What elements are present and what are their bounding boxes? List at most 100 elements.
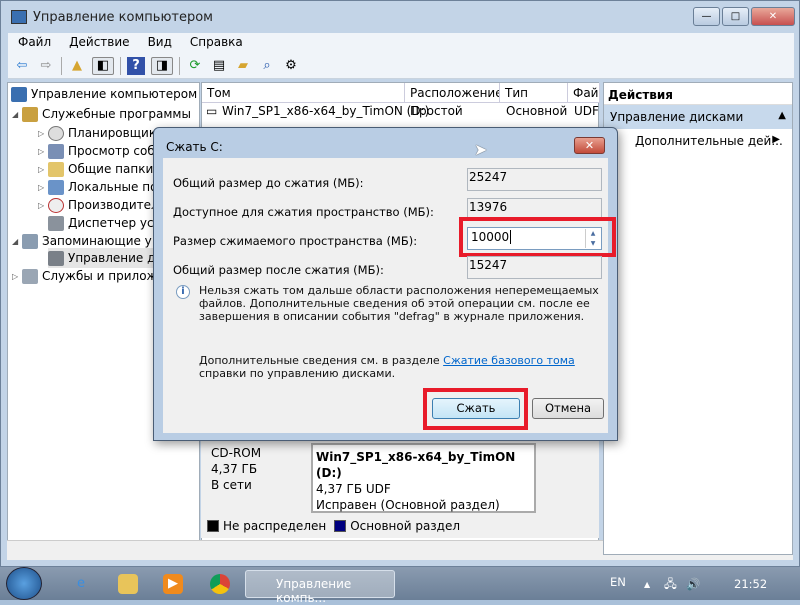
refresh-icon[interactable]: ⟳ (186, 57, 204, 75)
taskbar-item-computer-management[interactable]: Управление компь... (245, 570, 395, 605)
device-manager-icon (48, 215, 64, 231)
help-note: Дополнительные сведения см. в разделе Сж… (199, 354, 599, 380)
properties-icon[interactable]: ▤ (210, 57, 228, 75)
total-before-label: Общий размер до сжатия (МБ): (173, 176, 364, 190)
cd-drive-icon: ▭ (206, 104, 218, 118)
collapsed-arrow-icon[interactable]: ▷ (38, 201, 48, 210)
storage-icon (22, 233, 38, 249)
menu-file[interactable]: Файл (8, 33, 59, 53)
primary-swatch (334, 520, 347, 532)
collapsed-arrow-icon[interactable]: ▷ (38, 183, 48, 192)
tree-item-root[interactable]: Управление компьютером (л (11, 84, 199, 104)
volume-type: Основной (506, 104, 568, 118)
start-button[interactable] (6, 567, 42, 600)
taskbar: e ▶ Управление компь... EN ▲ 🖧 🔊 21:52 (0, 567, 800, 605)
tree-item-system-tools[interactable]: ◢ Служебные программы (12, 104, 191, 124)
column-header-filesystem[interactable]: Фай (568, 83, 600, 103)
collapsed-arrow-icon[interactable]: ▷ (38, 165, 48, 174)
legend: Не распределен Основной раздел (201, 516, 599, 536)
shrink-size-label: Размер сжимаемого пространства (МБ): (173, 234, 418, 248)
disk-type: CD-ROM (211, 446, 262, 460)
info-note: Нельзя сжать том дальше области располож… (199, 284, 599, 323)
back-icon[interactable]: ⇦ (13, 57, 31, 75)
partition-size: 4,37 ГБ UDF (316, 482, 391, 496)
clock[interactable]: 21:52 (734, 577, 767, 591)
explorer-icon[interactable] (118, 574, 138, 594)
help-note-suffix: справки по управлению дисками. (199, 367, 396, 380)
collapse-icon[interactable]: ▲ (778, 110, 786, 121)
menu-help[interactable]: Справка (180, 33, 251, 53)
legend-unallocated: Не распределен (223, 519, 327, 533)
taskbar-item-label: Управление компь... (276, 577, 352, 605)
tree-item-device-manager[interactable]: Диспетчер устр (48, 213, 168, 233)
maximize-button[interactable]: □ (722, 7, 749, 26)
title-bar[interactable]: Управление компьютером — □ ✕ (1, 1, 800, 33)
partition-name: Win7_SP1_x86-x64_by_TimON (D:) (316, 450, 516, 480)
users-icon (48, 179, 64, 195)
actions-pane: Действия Управление дисками ▲ Дополнитель… (603, 82, 793, 555)
column-header-type[interactable]: Тип (500, 83, 568, 103)
tree-item-shared-folders[interactable]: ▷ Общие папки (38, 159, 153, 179)
shared-folder-icon (48, 161, 64, 177)
network-icon[interactable]: 🖧 (664, 577, 677, 596)
computer-management-icon (11, 10, 27, 24)
up-icon[interactable]: ▲ (68, 57, 86, 75)
legend-primary: Основной раздел (350, 519, 461, 533)
shrink-basic-volume-link[interactable]: Сжатие базового тома (443, 354, 575, 367)
tree-item-event-viewer[interactable]: ▷ Просмотр соб (38, 141, 155, 161)
dialog-close-button[interactable]: ✕ (574, 137, 605, 154)
separator (61, 56, 62, 75)
dialog-body: Общий размер до сжатия (МБ): 25247 Досту… (163, 158, 616, 433)
close-button[interactable]: ✕ (751, 7, 795, 26)
help-icon[interactable]: ? (127, 56, 145, 75)
tree-item-performance[interactable]: ▷ Производител (38, 195, 159, 215)
cancel-button[interactable]: Отмена (532, 398, 604, 419)
more-actions-item[interactable]: Дополнительные дей... ▶ (604, 129, 792, 153)
menu-action[interactable]: Действие (59, 33, 137, 53)
mouse-cursor-icon: ➤ (474, 140, 488, 159)
tree-item-local-users[interactable]: ▷ Локальные пол (38, 177, 165, 197)
collapsed-arrow-icon[interactable]: ▷ (38, 129, 48, 138)
separator (179, 56, 180, 75)
collapsed-arrow-icon[interactable]: ▷ (12, 272, 22, 281)
available-label: Доступное для сжатия пространство (МБ): (173, 205, 434, 219)
unallocated-swatch (207, 520, 219, 532)
window-title: Управление компьютером (33, 10, 213, 25)
info-icon: i (176, 285, 190, 299)
shrink-button[interactable]: Сжать (432, 398, 520, 419)
tree-item-disk-management[interactable]: Управление ди (48, 248, 164, 268)
collapsed-arrow-icon[interactable]: ▷ (38, 147, 48, 156)
search-icon[interactable]: ⌕ (258, 57, 276, 75)
settings-icon[interactable]: ⚙ (282, 57, 300, 75)
show-hide-action-icon[interactable]: ◨ (151, 56, 173, 75)
open-icon[interactable]: ▰ (234, 57, 252, 75)
expanded-arrow-icon[interactable]: ◢ (12, 110, 22, 119)
volume-name: Win7_SP1_x86-x64_by_TimON (D:) (222, 104, 430, 118)
dialog-title: Сжать C: (166, 140, 223, 154)
media-player-icon[interactable]: ▶ (163, 574, 183, 594)
show-hide-tree-icon[interactable]: ◧ (92, 56, 114, 75)
total-before-value: 25247 (467, 168, 602, 191)
chrome-icon[interactable] (210, 574, 230, 594)
menu-view[interactable]: Вид (138, 33, 180, 53)
internet-explorer-icon[interactable]: e (71, 574, 91, 594)
disk-size: 4,37 ГБ (211, 462, 258, 476)
show-hidden-icons-icon[interactable]: ▲ (644, 580, 650, 589)
forward-icon[interactable]: ⇨ (37, 57, 55, 75)
language-indicator[interactable]: EN (610, 575, 626, 589)
highlight-box (459, 217, 616, 257)
separator (120, 56, 121, 75)
event-log-icon (48, 143, 64, 159)
column-header-layout[interactable]: Расположение (405, 83, 500, 103)
tree-item-services[interactable]: ▷ Службы и прилож (12, 266, 157, 286)
actions-section-disk-management[interactable]: Управление дисками ▲ (604, 105, 792, 129)
tree-item-scheduler[interactable]: ▷ Планировщик (38, 123, 156, 143)
column-header-volume[interactable]: Том (202, 83, 405, 103)
volume-icon[interactable]: 🔊 (686, 577, 700, 591)
partition-block[interactable]: Win7_SP1_x86-x64_by_TimON (D:) 4,37 ГБ U… (311, 443, 536, 513)
menu-bar: Файл Действие Вид Справка (8, 33, 794, 53)
expanded-arrow-icon[interactable]: ◢ (12, 237, 22, 246)
minimize-button[interactable]: — (693, 7, 720, 26)
disk-info: CD-ROM 4,37 ГБ В сети (211, 445, 261, 493)
clock-icon (48, 125, 64, 141)
